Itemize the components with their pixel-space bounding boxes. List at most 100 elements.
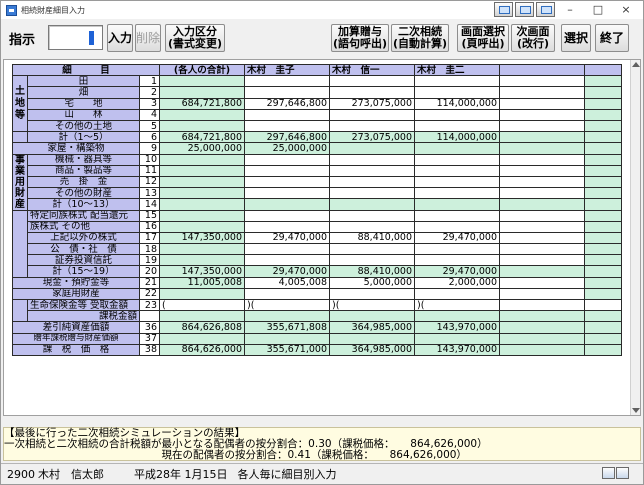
cell-empty[interactable] bbox=[584, 119, 622, 133]
cell-total[interactable]: ( bbox=[159, 298, 245, 312]
cell-heir-2[interactable] bbox=[329, 287, 415, 301]
cell-empty[interactable] bbox=[499, 97, 585, 110]
cell-total[interactable] bbox=[159, 220, 245, 233]
cell-heir-3[interactable]: 2,000,000 bbox=[414, 276, 500, 289]
select-button[interactable]: 選択 bbox=[561, 24, 591, 52]
cell-heir-2[interactable]: )( bbox=[329, 298, 415, 312]
cell-heir-2[interactable] bbox=[329, 254, 415, 267]
cell-heir-3[interactable]: )( bbox=[414, 298, 500, 312]
cell-heir-3[interactable] bbox=[414, 209, 500, 222]
cell-empty[interactable] bbox=[499, 153, 585, 166]
cell-total[interactable] bbox=[159, 187, 245, 200]
cell-heir-1[interactable] bbox=[244, 254, 330, 267]
cell-empty[interactable] bbox=[499, 75, 585, 88]
cell-heir-3[interactable] bbox=[414, 220, 500, 233]
scroll-down-icon[interactable] bbox=[632, 408, 640, 413]
cell-empty[interactable] bbox=[584, 276, 622, 289]
display-icon[interactable] bbox=[536, 2, 555, 17]
cell-total[interactable] bbox=[159, 108, 245, 121]
cell-total[interactable] bbox=[159, 75, 245, 88]
cell-heir-1[interactable]: 29,470,000 bbox=[244, 231, 330, 245]
cell-heir-3[interactable] bbox=[414, 119, 500, 133]
cell-heir-1[interactable] bbox=[244, 287, 330, 301]
cell-heir-2[interactable] bbox=[329, 220, 415, 233]
cell-heir-3[interactable] bbox=[414, 86, 500, 99]
cell-heir-1[interactable]: 297,646,800 bbox=[244, 97, 330, 110]
cell-empty[interactable] bbox=[584, 243, 622, 256]
cell-total[interactable]: 11,005,008 bbox=[159, 276, 245, 289]
cell-heir-1[interactable] bbox=[244, 75, 330, 88]
cell-empty[interactable] bbox=[499, 298, 585, 312]
cell-heir-3[interactable] bbox=[414, 254, 500, 267]
cell-total[interactable] bbox=[159, 119, 245, 133]
cell-empty[interactable] bbox=[499, 164, 585, 177]
cell-heir-1[interactable] bbox=[244, 220, 330, 233]
cell-heir-2[interactable] bbox=[329, 108, 415, 121]
maximize-button[interactable]: □ bbox=[585, 1, 611, 19]
instruction-input[interactable] bbox=[48, 25, 103, 50]
zoom-in-icon[interactable] bbox=[602, 467, 615, 479]
cell-empty[interactable] bbox=[499, 276, 585, 289]
cell-heir-1[interactable] bbox=[244, 187, 330, 200]
cell-empty[interactable] bbox=[584, 298, 622, 312]
cell-total[interactable] bbox=[159, 153, 245, 166]
cell-heir-1[interactable] bbox=[244, 119, 330, 133]
cell-empty[interactable] bbox=[584, 254, 622, 267]
cell-heir-2[interactable] bbox=[329, 243, 415, 256]
cell-total[interactable] bbox=[159, 209, 245, 222]
cell-heir-1[interactable]: )( bbox=[244, 298, 330, 312]
cell-heir-2[interactable] bbox=[329, 86, 415, 99]
screen-select-button[interactable]: 画面選択 (頁呼出) bbox=[457, 24, 509, 52]
input-type-button[interactable]: 入力区分 (書式変更) bbox=[165, 24, 225, 52]
cell-total[interactable] bbox=[159, 175, 245, 189]
close-button[interactable]: × bbox=[613, 1, 639, 19]
cell-heir-2[interactable] bbox=[329, 187, 415, 200]
scroll-up-icon[interactable] bbox=[632, 62, 640, 67]
cell-empty[interactable] bbox=[584, 209, 622, 222]
cell-empty[interactable] bbox=[584, 220, 622, 233]
second-inheritance-button[interactable]: 二次相続 (自動計算) bbox=[391, 24, 449, 52]
cell-heir-3[interactable] bbox=[414, 175, 500, 189]
cell-empty[interactable] bbox=[584, 142, 622, 155]
cell-empty[interactable] bbox=[584, 108, 622, 121]
cell-total[interactable] bbox=[159, 164, 245, 177]
vertical-scrollbar[interactable] bbox=[630, 60, 640, 415]
cell-heir-3[interactable] bbox=[414, 243, 500, 256]
cell-total[interactable]: 147,350,000 bbox=[159, 231, 245, 245]
cell-heir-3[interactable] bbox=[414, 187, 500, 200]
cell-empty[interactable] bbox=[499, 86, 585, 99]
cell-empty[interactable] bbox=[499, 243, 585, 256]
cell-empty[interactable] bbox=[499, 142, 585, 155]
cell-heir-3[interactable] bbox=[414, 164, 500, 177]
cell-heir-1[interactable] bbox=[244, 175, 330, 189]
cell-empty[interactable] bbox=[499, 254, 585, 267]
next-screen-button[interactable]: 次画面 (改行) bbox=[511, 24, 555, 52]
cell-empty[interactable] bbox=[584, 187, 622, 200]
end-button[interactable]: 終了 bbox=[595, 24, 629, 52]
cell-heir-2[interactable] bbox=[329, 153, 415, 166]
add-gift-button[interactable]: 加算贈与 (語句呼出) bbox=[331, 24, 389, 52]
cell-total[interactable] bbox=[159, 254, 245, 267]
cell-heir-2[interactable] bbox=[329, 119, 415, 133]
cell-heir-2[interactable] bbox=[329, 209, 415, 222]
cell-empty[interactable] bbox=[584, 97, 622, 110]
cell-heir-2[interactable] bbox=[329, 75, 415, 88]
cell-empty[interactable] bbox=[499, 175, 585, 189]
cell-heir-2[interactable]: 88,410,000 bbox=[329, 231, 415, 245]
cell-heir-1[interactable] bbox=[244, 243, 330, 256]
cell-empty[interactable] bbox=[499, 231, 585, 245]
cell-empty[interactable] bbox=[584, 175, 622, 189]
cell-heir-3[interactable] bbox=[414, 153, 500, 166]
cell-total[interactable] bbox=[159, 287, 245, 301]
cell-heir-3[interactable] bbox=[414, 142, 500, 155]
cell-empty[interactable] bbox=[499, 187, 585, 200]
cell-heir-2[interactable] bbox=[329, 142, 415, 155]
cell-total[interactable]: 684,721,800 bbox=[159, 97, 245, 110]
cell-heir-3[interactable] bbox=[414, 287, 500, 301]
cell-empty[interactable] bbox=[499, 209, 585, 222]
cell-heir-1[interactable] bbox=[244, 108, 330, 121]
cell-heir-1[interactable] bbox=[244, 86, 330, 99]
delete-button[interactable]: 削除 bbox=[135, 24, 161, 52]
cell-heir-2[interactable] bbox=[329, 164, 415, 177]
cell-empty[interactable] bbox=[584, 153, 622, 166]
